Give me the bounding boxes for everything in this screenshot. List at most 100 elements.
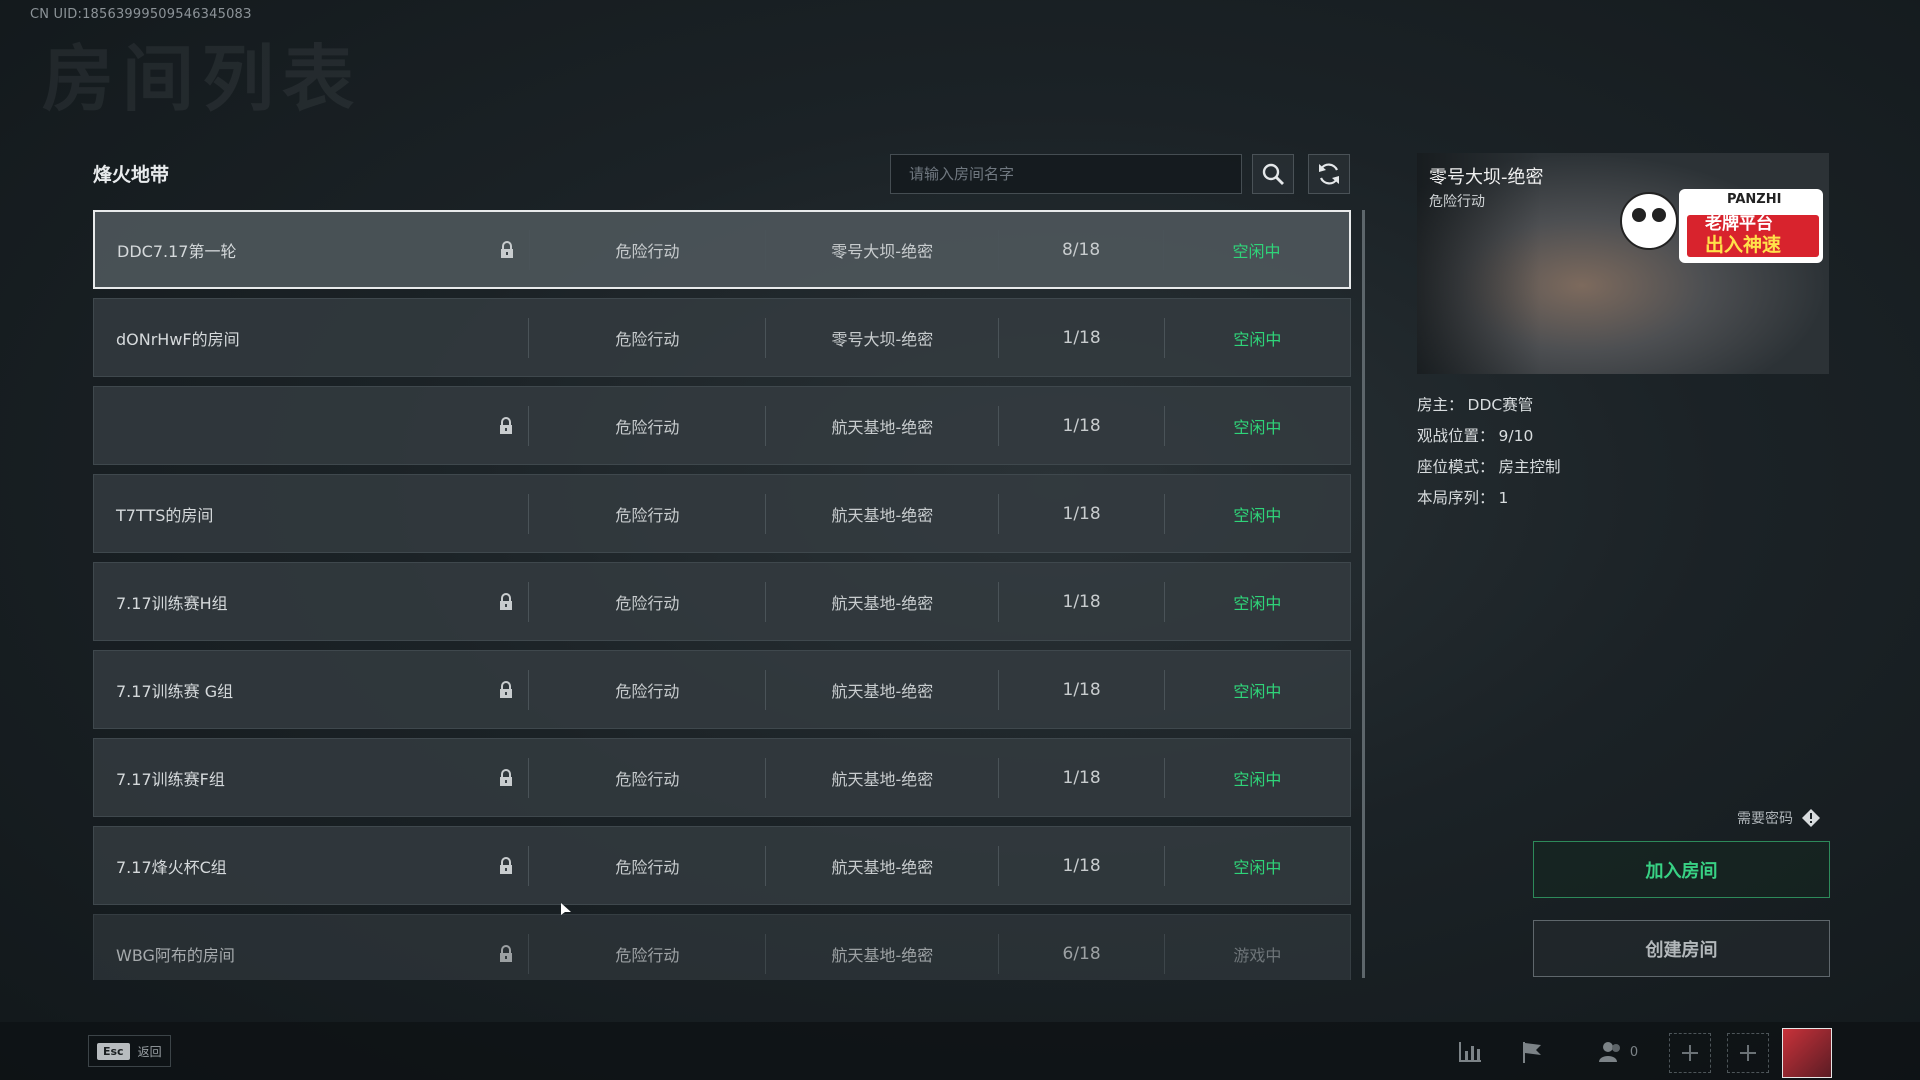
lock-indicator <box>498 856 514 875</box>
flag-icon <box>1523 1042 1541 1063</box>
back-label: 返回 <box>137 1044 162 1059</box>
lock-indicator <box>498 680 514 699</box>
room-name: 7.17烽火杯C组 <box>116 857 227 877</box>
room-name-cell: T7TTS的房间 <box>94 475 528 552</box>
room-row[interactable]: DDC7.17第一轮 危险行动 零号大坝-绝密 8/18 空闲中 <box>93 210 1351 289</box>
room-mode: 危险行动 <box>615 593 680 613</box>
lock-indicator <box>498 592 514 611</box>
room-row[interactable]: WBG阿布的房间 危险行动 航天基地-绝密 6/18 游戏中 <box>93 914 1351 980</box>
room-name: WBG阿布的房间 <box>116 945 235 965</box>
room-name-cell: 7.17烽火杯C组 <box>94 827 528 904</box>
spectate-value: 9/10 <box>1498 427 1534 445</box>
lock-indicator <box>498 768 514 787</box>
stats-button[interactable] <box>1450 1033 1490 1071</box>
room-row[interactable]: 7.17训练赛 G组 危险行动 航天基地-绝密 1/18 空闲中 <box>93 650 1351 729</box>
party-slot-1[interactable] <box>1669 1033 1711 1073</box>
lock-icon <box>500 416 513 434</box>
streamer-badge-logo: PANZHI 老牌平台 出入神速 <box>1620 189 1823 263</box>
friends-icon <box>1598 1042 1620 1062</box>
seat-mode-value: 房主控制 <box>1498 458 1561 476</box>
room-player-count: 6/18 <box>1062 943 1101 964</box>
room-name: 7.17训练赛F组 <box>116 769 225 789</box>
esc-key: Esc <box>97 1042 130 1060</box>
room-row[interactable]: 危险行动 航天基地-绝密 1/18 空闲中 <box>93 386 1351 465</box>
friends-button[interactable]: 0 <box>1588 1033 1648 1071</box>
lock-icon <box>500 856 513 874</box>
room-status: 空闲中 <box>1233 505 1282 525</box>
room-player-count: 1/18 <box>1062 327 1101 348</box>
seat-mode-label: 座位模式： <box>1417 458 1495 476</box>
badge-line2: 出入神速 <box>1705 233 1781 256</box>
room-status: 空闲中 <box>1233 417 1282 437</box>
room-map: 零号大坝-绝密 <box>831 329 934 349</box>
room-status: 空闲中 <box>1233 681 1282 701</box>
lock-indicator <box>499 240 515 259</box>
room-mode: 危险行动 <box>615 681 680 701</box>
room-mode: 危险行动 <box>615 329 680 349</box>
search-input[interactable] <box>907 164 1241 184</box>
flag-button[interactable] <box>1512 1033 1552 1071</box>
room-name-cell: 7.17训练赛H组 <box>94 563 528 640</box>
avatar[interactable] <box>1782 1028 1832 1078</box>
room-map: 航天基地-绝密 <box>831 505 934 525</box>
round-value: 1 <box>1498 489 1509 507</box>
room-map: 航天基地-绝密 <box>831 769 934 789</box>
spectate-label: 观战位置： <box>1417 427 1495 445</box>
lock-icon <box>500 944 513 962</box>
room-map: 航天基地-绝密 <box>831 417 934 437</box>
room-status: 空闲中 <box>1233 769 1282 789</box>
room-player-count: 1/18 <box>1062 591 1101 612</box>
create-room-button[interactable]: 创建房间 <box>1533 920 1830 977</box>
lock-indicator <box>498 944 514 963</box>
owner-value: DDC赛管 <box>1467 396 1534 414</box>
room-mode: 危险行动 <box>615 241 680 261</box>
search-button[interactable] <box>1252 154 1294 194</box>
search-field[interactable] <box>890 154 1242 194</box>
page-title: 房间列表 <box>42 37 363 121</box>
room-row[interactable]: T7TTS的房间 危险行动 航天基地-绝密 1/18 空闲中 <box>93 474 1351 553</box>
room-status: 游戏中 <box>1233 945 1282 965</box>
room-mode: 危险行动 <box>615 945 680 965</box>
room-map: 航天基地-绝密 <box>831 593 934 613</box>
room-row[interactable]: dONrHwF的房间 危险行动 零号大坝-绝密 1/18 空闲中 <box>93 298 1351 377</box>
friends-counter: 0 <box>1598 1041 1638 1063</box>
room-name-cell: 7.17训练赛 G组 <box>94 651 528 728</box>
room-row[interactable]: 7.17烽火杯C组 危险行动 航天基地-绝密 1/18 空闲中 <box>93 826 1351 905</box>
room-mode: 危险行动 <box>615 769 680 789</box>
room-row[interactable]: 7.17训练赛H组 危险行动 航天基地-绝密 1/18 空闲中 <box>93 562 1351 641</box>
mouse-cursor-icon <box>561 903 571 915</box>
room-list-scrollbar[interactable] <box>1362 210 1365 978</box>
plus-icon <box>1682 1045 1698 1061</box>
badge-brand: PANZHI <box>1727 192 1781 207</box>
room-name-cell: WBG阿布的房间 <box>94 915 528 980</box>
owner-label: 房主： <box>1417 396 1464 414</box>
room-player-count: 8/18 <box>1061 239 1101 260</box>
room-row[interactable]: 7.17训练赛F组 危险行动 航天基地-绝密 1/18 空闲中 <box>93 738 1351 817</box>
room-player-count: 1/18 <box>1062 503 1101 524</box>
round-row: 本局序列： 1 <box>1417 483 1561 514</box>
back-button[interactable]: Esc 返回 <box>88 1035 171 1067</box>
badge-line1: 老牌平台 <box>1704 213 1773 234</box>
room-player-count: 1/18 <box>1062 855 1101 876</box>
room-list: DDC7.17第一轮 危险行动 零号大坝-绝密 8/18 空闲中 dONrHwF的房间 危险… <box>93 210 1351 980</box>
room-name: 7.17训练赛H组 <box>116 593 228 613</box>
room-player-count: 1/18 <box>1062 415 1101 436</box>
room-name: DDC7.17第一轮 <box>117 241 237 261</box>
lock-icon <box>500 768 513 786</box>
join-room-button[interactable]: 加入房间 <box>1533 841 1830 898</box>
room-map: 航天基地-绝密 <box>831 857 934 877</box>
refresh-icon <box>1319 163 1339 185</box>
room-name: 7.17训练赛 G组 <box>116 681 234 701</box>
party-slot-2[interactable] <box>1727 1033 1769 1073</box>
search-icon <box>1262 163 1284 185</box>
room-name: dONrHwF的房间 <box>116 329 240 349</box>
refresh-button[interactable] <box>1308 154 1350 194</box>
room-name-cell: DDC7.17第一轮 <box>95 212 529 287</box>
password-required-hint: 需要密码 <box>1737 808 1821 828</box>
friends-count: 0 <box>1629 1044 1639 1060</box>
map-preview: 零号大坝-绝密 危险行动 PANZHI 老牌平台 出入神速 <box>1417 153 1829 374</box>
lock-indicator <box>498 416 514 435</box>
info-diamond-icon[interactable] <box>1801 808 1821 828</box>
lock-icon <box>500 240 513 258</box>
plus-icon <box>1740 1045 1756 1061</box>
